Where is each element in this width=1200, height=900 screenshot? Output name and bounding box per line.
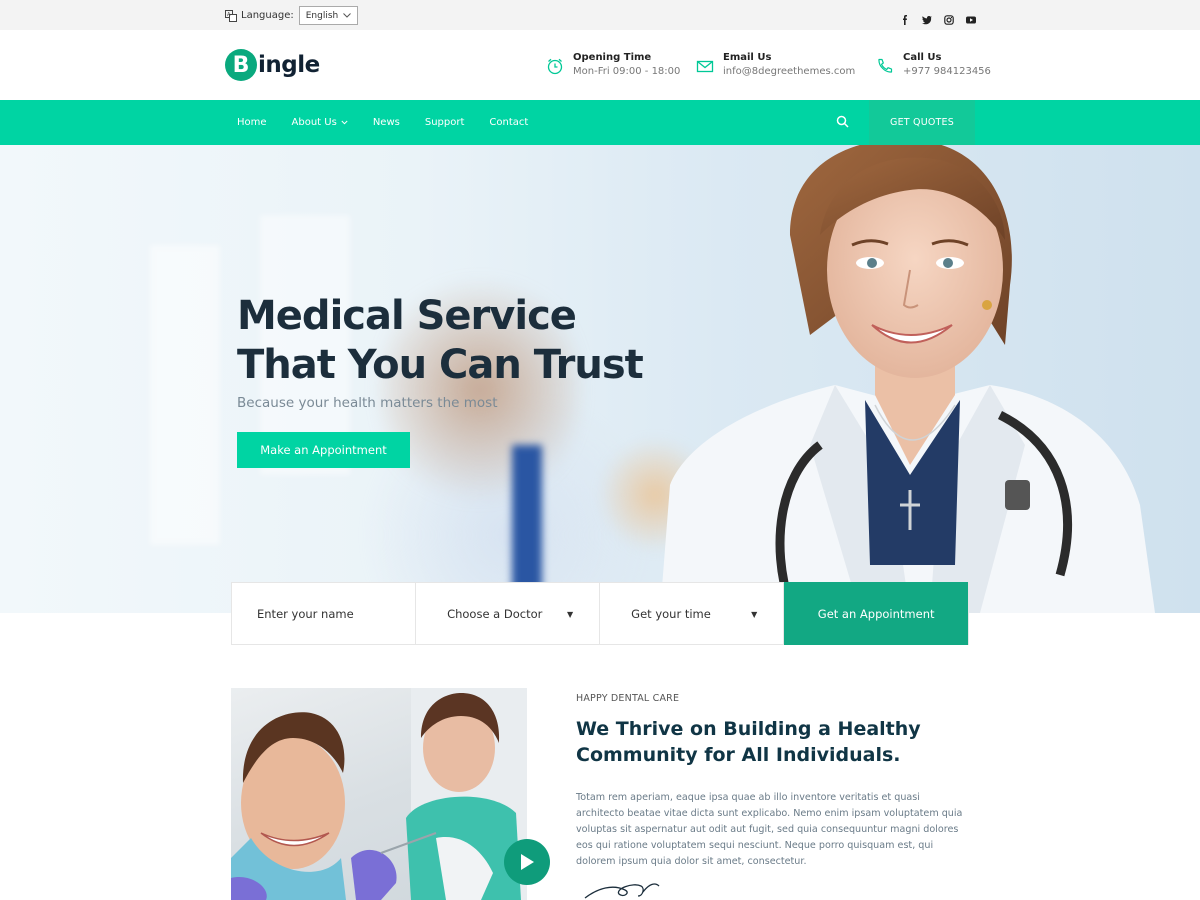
language-label: Language: [241, 10, 294, 21]
info-value[interactable]: +977 984123456 [903, 65, 991, 79]
play-icon [521, 854, 534, 870]
name-input-placeholder: Enter your name [257, 606, 354, 621]
doctor-select[interactable]: Choose a Doctor ▼ [416, 583, 601, 644]
chevron-down-icon [341, 120, 348, 125]
info-title: Opening Time [573, 52, 652, 63]
nav-item-label: Contact [489, 117, 529, 128]
phone-icon [878, 58, 893, 73]
section-title: We Thrive on Building a Healthy Communit… [576, 718, 921, 766]
nav-item-about-us[interactable]: About Us [292, 117, 348, 128]
caret-down-icon: ▼ [751, 610, 758, 619]
appointment-form: Enter your name Choose a Doctor ▼ Get yo… [231, 582, 969, 645]
twitter-icon[interactable] [922, 10, 932, 25]
search-icon[interactable] [836, 115, 849, 128]
facebook-icon[interactable] [900, 10, 910, 25]
nav-item-news[interactable]: News [373, 117, 400, 128]
main-nav: Home About Us News Support Contact GET Q… [0, 100, 1200, 145]
dental-care-photo [231, 688, 527, 900]
dentist-patient-illustration [231, 688, 527, 900]
make-appointment-button[interactable]: Make an Appointment [237, 432, 410, 468]
name-input[interactable]: Enter your name [232, 583, 417, 644]
nav-item-label: News [372, 117, 400, 128]
instagram-icon[interactable] [944, 10, 954, 25]
hero-subtitle: Because your health matters the most [237, 395, 498, 411]
get-appointment-button[interactable]: Get an Appointment [784, 582, 968, 645]
clock-icon [547, 58, 563, 75]
signature [584, 883, 660, 899]
translate-icon: A [225, 9, 237, 22]
social-links [900, 10, 976, 25]
nav-item-support[interactable]: Support [425, 117, 465, 128]
mail-icon [696, 60, 714, 73]
get-quotes-button[interactable]: GET QUOTES [869, 100, 975, 145]
nav-item-contact[interactable]: Contact [489, 117, 528, 128]
section-kicker: HAPPY DENTAL CARE [576, 693, 680, 704]
hero-title-line: That You Can Trust [237, 342, 644, 388]
info-title: Call Us [903, 52, 942, 63]
nav-item-home[interactable]: Home [237, 117, 267, 128]
time-select-value: Get your time [631, 606, 711, 621]
call-info: Call Us +977 984123456 [876, 51, 991, 79]
email-info: Email Us info@8degreethemes.com [696, 51, 855, 79]
nav-item-label: Support [424, 117, 465, 128]
hero-title-line: Medical Service [237, 293, 577, 339]
section-body-text: Totam rem aperiam, eaque ipsa quae ab il… [576, 792, 963, 867]
hero-title: Medical Service That You Can Trust [237, 292, 644, 390]
doctor-photo [660, 145, 1155, 613]
caret-down-icon: ▼ [567, 610, 574, 619]
top-bar: A Language: English [0, 0, 1200, 30]
info-value[interactable]: info@8degreethemes.com [723, 65, 855, 79]
play-video-button[interactable] [504, 839, 550, 885]
logo-mark: B [225, 49, 257, 81]
chevron-down-icon [343, 13, 352, 18]
site-header: B ingle Opening Time Mon-Fri 09:00 - 18:… [0, 30, 1200, 100]
nav-item-label: About Us [291, 117, 337, 128]
info-title: Email Us [723, 52, 772, 63]
nav-item-label: Home [237, 117, 267, 128]
language-value: English [305, 10, 339, 21]
time-select[interactable]: Get your time ▼ [600, 583, 785, 644]
logo-text: ingle [258, 52, 320, 78]
opening-time-info: Opening Time Mon-Fri 09:00 - 18:00 [546, 51, 680, 79]
logo[interactable]: B ingle [225, 49, 320, 81]
language-select[interactable]: English [298, 6, 359, 25]
doctor-select-value: Choose a Doctor [447, 606, 543, 621]
youtube-icon[interactable] [966, 10, 976, 24]
svg-text:A: A [227, 12, 231, 18]
info-value: Mon-Fri 09:00 - 18:00 [573, 66, 681, 77]
hero-banner: Medical Service That You Can Trust Becau… [0, 145, 1200, 613]
language-switcher: A Language: English [225, 6, 359, 25]
